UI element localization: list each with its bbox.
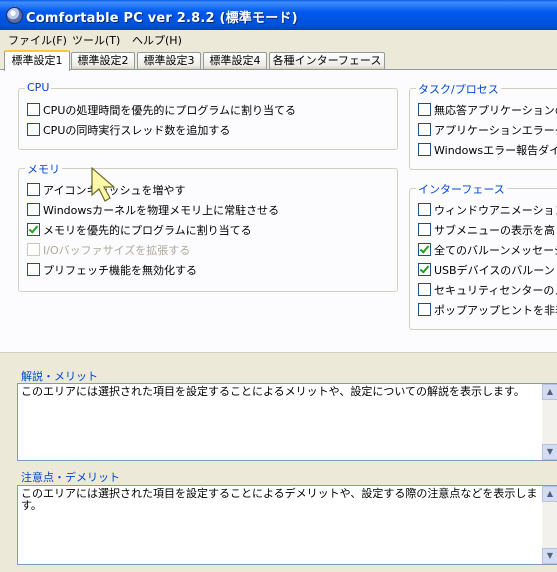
- checkbox-box-checked: [27, 223, 40, 236]
- interface-group: インターフェース ウィンドウアニメーションを サブメニューの表示を高 全てのバル…: [409, 181, 557, 330]
- checkbox-label: I/Oバッファサイズを拡張する: [43, 244, 191, 257]
- checkbox-box: [418, 103, 431, 116]
- menu-bar: ファイル(F) ツール(T) ヘルプ(H): [0, 30, 557, 49]
- scroll-up-icon[interactable]: ▲: [542, 486, 557, 502]
- title-bar[interactable]: Comfortable PC ver 2.8.2 (標準モード): [0, 0, 557, 30]
- checkbox-box: [27, 263, 40, 276]
- checkbox-box: [418, 143, 431, 156]
- checkbox-box: [418, 223, 431, 236]
- checkbox-box: [418, 203, 431, 216]
- merit-label: 解説・メリット: [21, 370, 98, 383]
- description-area: 解説・メリット このエリアには選択された項目を設定することによるメリットや、設定…: [0, 352, 557, 572]
- checkbox-label: メモリを優先的にプログラムに割り当てる: [43, 224, 252, 237]
- checkbox-box: [27, 203, 40, 216]
- tab-row: 標準設定1 標準設定2 標準設定3 標準設定4 各種インターフェース: [0, 50, 557, 71]
- checkbox-box: [27, 183, 40, 196]
- tab-standard-1[interactable]: 標準設定1: [4, 50, 70, 71]
- checkbox-box-disabled: [27, 243, 40, 256]
- demerit-textbox[interactable]: このエリアには選択された項目を設定することによるデメリットや、設定する際の注意点…: [17, 485, 557, 565]
- tab-interfaces[interactable]: 各種インターフェース: [269, 52, 385, 69]
- menu-help[interactable]: ヘルプ(H): [132, 32, 182, 48]
- checkbox-label: USBデバイスのバルーン: [434, 264, 555, 277]
- task-group-label: タスク/プロセス: [416, 81, 501, 97]
- tab-panel: CPU CPUの処理時間を優先的にプログラムに割り当てる CPUの同時実行スレッ…: [0, 69, 557, 352]
- app-icon[interactable]: [6, 7, 23, 24]
- checkbox-box-checked: [418, 243, 431, 256]
- mouse-cursor-icon: [91, 166, 116, 202]
- merit-scrollbar[interactable]: ▲ ▼: [542, 384, 557, 460]
- checkbox-label: Windowsエラー報告ダイ: [434, 144, 557, 157]
- checkbox-label: プリフェッチ機能を無効化する: [43, 264, 197, 277]
- menu-file[interactable]: ファイル(F): [8, 32, 67, 48]
- scroll-down-icon[interactable]: ▼: [542, 548, 557, 564]
- demerit-text: このエリアには選択された項目を設定することによるデメリットや、設定する際の注意点…: [21, 487, 538, 512]
- menu-tools[interactable]: ツール(T): [72, 32, 120, 48]
- checkbox-label: セキュリティセンターのメ: [434, 284, 557, 297]
- checkbox-label: 無応答アプリケーションの: [434, 104, 557, 117]
- scroll-down-icon[interactable]: ▼: [542, 444, 557, 460]
- tab-standard-4[interactable]: 標準設定4: [203, 52, 267, 69]
- checkbox-box: [418, 303, 431, 316]
- checkbox-label: 全てのバルーンメッセージ: [434, 244, 557, 257]
- window-title: Comfortable PC ver 2.8.2 (標準モード): [26, 11, 298, 26]
- merit-text: このエリアには選択された項目を設定することによるメリットや、設定についての解説を…: [21, 385, 525, 398]
- memory-group: メモリ アイコンキャッシュを増やす Windowsカーネルを物理メモリ上に常駐さ…: [18, 161, 398, 292]
- merit-textbox[interactable]: このエリアには選択された項目を設定することによるメリットや、設定についての解説を…: [17, 383, 557, 461]
- checkbox-label: Windowsカーネルを物理メモリ上に常駐させる: [43, 204, 280, 217]
- checkbox-box: [27, 103, 40, 116]
- demerit-label: 注意点・デメリット: [21, 471, 120, 484]
- tab-standard-3[interactable]: 標準設定3: [137, 52, 201, 69]
- memory-group-label: メモリ: [25, 161, 62, 177]
- checkbox-label: ウィンドウアニメーションを: [434, 204, 557, 217]
- cpu-group-label: CPU: [25, 81, 52, 94]
- checkbox-box: [418, 283, 431, 296]
- scroll-up-icon[interactable]: ▲: [542, 384, 557, 400]
- checkbox-label: CPUの処理時間を優先的にプログラムに割り当てる: [43, 104, 297, 117]
- demerit-scrollbar[interactable]: ▲ ▼: [542, 486, 557, 564]
- checkbox-label: CPUの同時実行スレッド数を追加する: [43, 124, 231, 137]
- checkbox-label: アプリケーションエラーダ: [434, 124, 557, 137]
- checkbox-box-checked: [418, 263, 431, 276]
- checkbox-box: [418, 123, 431, 136]
- checkbox-label: サブメニューの表示を高: [434, 224, 555, 237]
- task-process-group: タスク/プロセス 無応答アプリケーションの アプリケーションエラーダ Windo…: [409, 81, 557, 170]
- interface-group-label: インターフェース: [416, 181, 507, 197]
- checkbox-box: [27, 123, 40, 136]
- cpu-group: CPU CPUの処理時間を優先的にプログラムに割り当てる CPUの同時実行スレッ…: [18, 81, 398, 150]
- checkbox-label: ポップアップヒントを非表: [434, 304, 557, 317]
- tab-standard-2[interactable]: 標準設定2: [71, 52, 135, 69]
